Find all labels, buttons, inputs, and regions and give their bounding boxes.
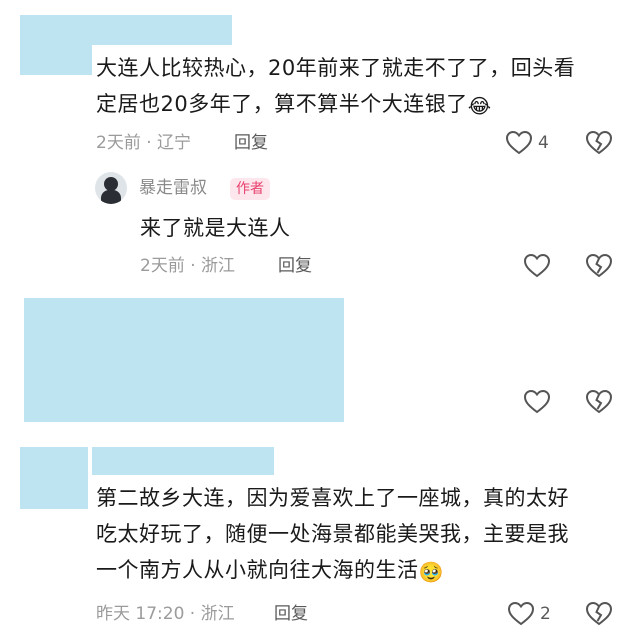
author-username[interactable]: 暴走雷叔: [139, 178, 207, 198]
like-count-3: 2: [540, 604, 551, 624]
broken-heart-icon[interactable]: [585, 253, 613, 279]
heart-outline-icon[interactable]: [507, 601, 535, 627]
comment-line: 第二故乡大连，因为爱喜欢上了一座城，真的太好: [96, 486, 569, 510]
comment-line: 一个南方人从小就向往大海的生活🥹: [96, 552, 569, 590]
teary-eyes-emoji-icon: 🥹: [418, 560, 444, 584]
heart-outline-icon[interactable]: [505, 130, 533, 156]
reply-button-1[interactable]: 回复: [234, 133, 268, 153]
comment-text-1: 大连人比较热心，20年前来了就走不了了，回头看 定居也20多年了，算不算半个大连…: [96, 50, 575, 124]
avatar-figure-body: [101, 190, 121, 204]
reply-button-3[interactable]: 回复: [274, 604, 308, 624]
avatar[interactable]: [95, 172, 127, 204]
redacted-comment-block: [24, 298, 344, 422]
avatar-redacted-1: [20, 15, 92, 75]
laughing-emoji-icon: 😂: [467, 94, 492, 118]
like-count-1: 4: [538, 133, 549, 153]
comment-text-2: 来了就是大连人: [140, 210, 291, 246]
heart-outline-icon[interactable]: [523, 253, 551, 279]
broken-heart-icon[interactable]: [585, 601, 613, 627]
avatar-redacted-3: [20, 447, 88, 509]
username-redacted-3: [92, 447, 274, 475]
broken-heart-icon[interactable]: [585, 389, 613, 415]
avatar-figure: [104, 177, 118, 191]
comment-text-3: 第二故乡大连，因为爱喜欢上了一座城，真的太好 吃太好玩了，随便一处海景都能美哭我…: [96, 480, 569, 590]
heart-outline-icon[interactable]: [523, 389, 551, 415]
broken-heart-icon[interactable]: [585, 130, 613, 156]
comment-line: 吃太好玩了，随便一处海景都能美哭我，主要是我: [96, 522, 569, 546]
author-badge: 作者: [230, 178, 270, 200]
comment-line: 大连人比较热心，20年前来了就走不了了，回头看: [96, 56, 576, 80]
comment-line: 定居也20多年了，算不算半个大连银了😂: [96, 86, 575, 124]
comment-line: 来了就是大连人: [140, 216, 291, 240]
reply-button-2[interactable]: 回复: [278, 256, 312, 276]
comment-meta-3: 昨天 17:20 · 浙江: [96, 604, 235, 624]
username-redacted-1: [92, 15, 232, 45]
comment-meta-1: 2天前 · 辽宁: [96, 133, 192, 153]
comment-meta-2: 2天前 · 浙江: [140, 256, 236, 276]
